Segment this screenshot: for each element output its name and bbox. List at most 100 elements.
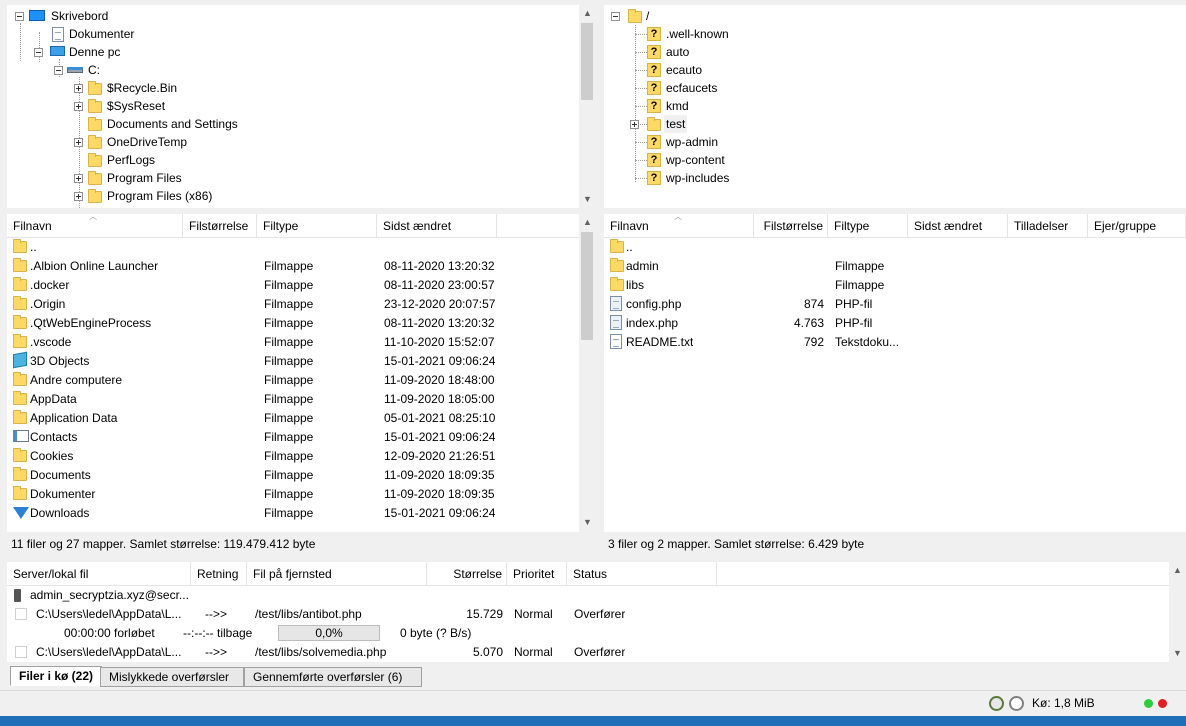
speed-limit-icon[interactable] (1009, 696, 1024, 711)
tab-failed-transfers[interactable]: Mislykkede overførsler (100, 667, 244, 687)
tab-successful-transfers[interactable]: Gennemførte overførsler (6) (244, 667, 422, 687)
folder-icon (610, 277, 624, 291)
expand-icon[interactable] (74, 102, 83, 111)
remote-col-permissions[interactable]: Tilladelser (1008, 214, 1088, 238)
queue-col-remote-file[interactable]: Fil på fjernsted (247, 562, 427, 586)
remote-col-size[interactable]: Filstørrelse (754, 214, 828, 238)
remote-file-type: PHP-fil (835, 297, 873, 311)
remote-tree-item[interactable]: test (604, 115, 1186, 133)
local-file-row[interactable]: Andre computere Filmappe 11-09-2020 18:48:… (7, 371, 579, 390)
remote-col-owner[interactable]: Ejer/gruppe (1088, 214, 1186, 238)
queue-item-size: 15.729 (466, 607, 503, 621)
queue-col-server[interactable]: Server/lokal fil (7, 562, 191, 586)
local-file-row[interactable]: .. (7, 238, 579, 257)
queue-item-checkbox[interactable] (15, 646, 27, 658)
remote-file-row[interactable]: index.php 4.763 PHP-fil (604, 314, 1186, 333)
remote-tree-item[interactable]: ? auto (604, 43, 1186, 61)
queue-col-priority[interactable]: Prioritet (507, 562, 567, 586)
local-tree-pane[interactable]: Skrivebord Dokumenter Denne pc C: $Recycle.B… (7, 5, 596, 208)
remote-file-row[interactable]: config.php 874 PHP-fil (604, 295, 1186, 314)
local-tree-item[interactable]: PerfLogs (7, 151, 579, 169)
local-tree-scrollbar[interactable]: ▲ ▼ (579, 5, 596, 208)
queue-item-checkbox[interactable] (15, 608, 27, 620)
remote-tree-item[interactable]: ? wp-admin (604, 133, 1186, 151)
transfer-queue[interactable]: Server/lokal fil Retning Fil på fjernste… (7, 562, 1186, 662)
local-file-row[interactable]: Application Data Filmappe 05-01-2021 08:25… (7, 409, 579, 428)
remote-tree-item[interactable]: ? ecfaucets (604, 79, 1186, 97)
queue-col-size[interactable]: Størrelse (427, 562, 507, 586)
unknown-folder-icon: ? (647, 45, 661, 59)
remote-file-list[interactable]: Filnavn Filstørrelse Filtype Sidst ændre… (604, 214, 1186, 532)
collapse-icon[interactable] (15, 12, 24, 21)
collapse-icon[interactable] (34, 48, 43, 57)
local-file-modified: 08-11-2020 13:20:32 (384, 316, 495, 330)
queue-server-row[interactable]: admin_secryptzia.xyz@secr... (7, 586, 1169, 605)
remote-file-row[interactable]: .. (604, 238, 1186, 257)
expand-icon[interactable] (74, 84, 83, 93)
local-file-row[interactable]: Dokumenter Filmappe 11-09-2020 18:09:35 (7, 485, 579, 504)
local-tree-item[interactable]: Documents and Settings (7, 115, 579, 133)
local-file-row[interactable]: AppData Filmappe 11-09-2020 18:05:00 (7, 390, 579, 409)
local-tree-item[interactable]: Denne pc (7, 43, 579, 61)
expand-icon[interactable] (74, 138, 83, 147)
folder-icon (88, 153, 102, 167)
local-file-row[interactable]: .Albion Online Launcher Filmappe 08-11-202… (7, 257, 579, 276)
collapse-icon[interactable] (611, 12, 620, 21)
local-tree-item[interactable]: Skrivebord (7, 7, 579, 25)
local-col-modified[interactable]: Sidst ændret (377, 214, 497, 238)
local-file-row[interactable]: .docker Filmappe 08-11-2020 23:00:57 (7, 276, 579, 295)
local-file-row[interactable]: .QtWebEngineProcess Filmappe 08-11-2020 13… (7, 314, 579, 333)
remote-file-row[interactable]: README.txt 792 Tekstdoku... (604, 333, 1186, 352)
local-file-row[interactable]: .Origin Filmappe 23-12-2020 20:07:57 (7, 295, 579, 314)
remote-col-type[interactable]: Filtype (828, 214, 908, 238)
remote-tree-pane[interactable]: /? .well-known? auto? ecauto? ecfaucets? kmd t… (604, 5, 1186, 208)
queue-scrollbar[interactable]: ▲ ▼ (1169, 562, 1186, 662)
queue-item-row[interactable]: C:\Users\ledel\AppData\L... -->> /test/l… (7, 605, 1169, 624)
local-file-type: Filmappe (264, 468, 314, 482)
local-tree-item[interactable]: $SysReset (7, 97, 579, 115)
remote-tree-item[interactable]: ? .well-known (604, 25, 1186, 43)
queue-item-row[interactable]: C:\Users\ledel\AppData\L... -->> /test/l… (7, 643, 1169, 662)
local-tree-item[interactable]: Program Files (7, 169, 579, 187)
remote-file-row[interactable]: libs Filmappe (604, 276, 1186, 295)
remote-col-modified[interactable]: Sidst ændret (908, 214, 1008, 238)
local-file-name: Andre computere (30, 373, 123, 387)
gear-icon[interactable] (989, 696, 1004, 711)
local-tree-item-label: PerfLogs (107, 153, 156, 167)
remote-tree-item-label: wp-content (666, 153, 725, 167)
local-file-row[interactable]: 3D Objects Filmappe 15-01-2021 09:06:24 (7, 351, 579, 371)
queue-col-direction[interactable]: Retning (191, 562, 247, 586)
remote-tree-item[interactable]: ? kmd (604, 97, 1186, 115)
remote-tree-item[interactable]: ? ecauto (604, 61, 1186, 79)
local-file-row[interactable]: Cookies Filmappe 12-09-2020 21:26:51 (7, 447, 579, 466)
expand-icon[interactable] (74, 174, 83, 183)
local-tree-item[interactable]: Program Files (x86) (7, 187, 579, 205)
local-file-name: Dokumenter (30, 487, 96, 501)
local-tree-item[interactable]: $Recycle.Bin (7, 79, 579, 97)
local-list-scrollbar[interactable]: ▲ ▼ (579, 214, 596, 532)
expand-icon[interactable] (74, 192, 83, 201)
local-file-list[interactable]: Filnavn Filstørrelse Filtype Sidst ændre… (7, 214, 596, 532)
expand-icon[interactable] (630, 120, 639, 129)
remote-file-size: 874 (803, 297, 824, 311)
local-tree-item[interactable]: Dokumenter (7, 25, 579, 43)
local-file-row[interactable]: .vscode Filmappe 11-10-2020 15:52:07 (7, 333, 579, 352)
computer-icon (50, 46, 65, 56)
remote-tree-item[interactable]: ? wp-content (604, 151, 1186, 169)
local-file-row[interactable] (7, 523, 579, 532)
remote-file-row[interactable]: admin Filmappe (604, 257, 1186, 276)
local-file-row[interactable]: Documents Filmappe 11-09-2020 18:09:35 (7, 466, 579, 485)
local-file-row[interactable]: Downloads Filmappe 15-01-2021 09:06:24 (7, 504, 579, 523)
local-file-row[interactable]: Contacts Filmappe 15-01-2021 09:06:24 (7, 428, 579, 447)
unknown-folder-icon: ? (647, 99, 661, 113)
local-tree-item[interactable]: OneDriveTemp (7, 133, 579, 151)
local-col-type[interactable]: Filtype (257, 214, 377, 238)
local-tree-item[interactable]: C: (7, 61, 579, 79)
collapse-icon[interactable] (54, 66, 63, 75)
remote-file-type: Filmappe (835, 259, 885, 273)
tab-queued-files[interactable]: Filer i kø (22) (10, 666, 103, 686)
queue-col-status[interactable]: Status (567, 562, 717, 586)
remote-tree-item[interactable]: ? wp-includes (604, 169, 1186, 187)
remote-tree-item[interactable]: / (604, 7, 1186, 25)
local-col-size[interactable]: Filstørrelse (183, 214, 257, 238)
